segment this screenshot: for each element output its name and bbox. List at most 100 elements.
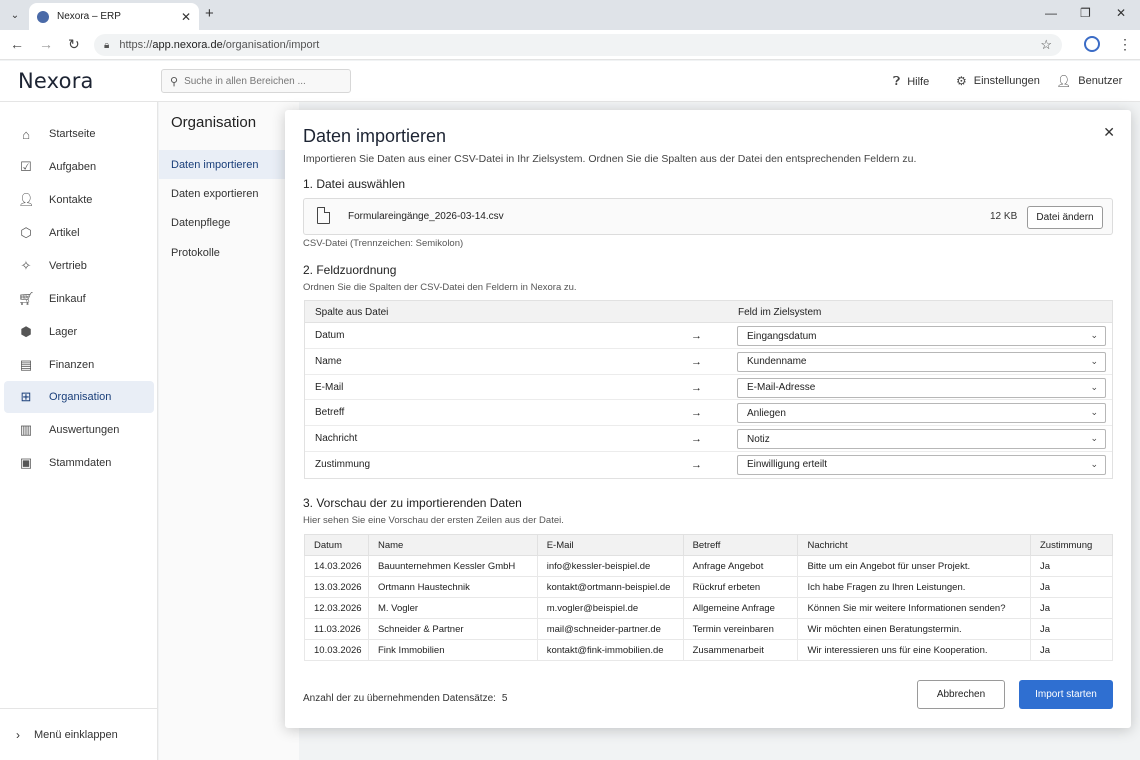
help-link[interactable]: ❓︎ Hilfe xyxy=(893,74,929,89)
subnav-title: Organisation xyxy=(171,114,257,131)
sidebar-item-label: Einkauf xyxy=(49,293,86,305)
subnav-item-daten-exportieren[interactable]: Daten exportieren xyxy=(159,179,289,208)
window-close-icon[interactable]: ✕ xyxy=(1116,6,1126,20)
sidebar-item-aufgaben[interactable]: ☑ Aufgaben xyxy=(4,151,154,183)
collapse-menu-button[interactable]: › Menü einklappen xyxy=(0,708,158,760)
chevron-right-icon: › xyxy=(16,727,20,742)
tab-close-icon[interactable]: ✕ xyxy=(181,10,191,24)
url-input[interactable]: 🔒︎ https://app.nexora.de/organisation/im… xyxy=(94,34,1062,56)
sidebar-item-vertrieb[interactable]: ✧ Vertrieb xyxy=(4,250,154,282)
source-column: Datum xyxy=(315,330,345,341)
maximize-icon[interactable]: ❐ xyxy=(1080,6,1091,20)
warehouse-icon: ⬢ xyxy=(20,324,32,339)
sidebar-item-label: Finanzen xyxy=(49,359,95,371)
back-icon[interactable]: ← xyxy=(10,36,24,52)
col-source-header: Spalte aus Datei xyxy=(315,307,389,318)
browser-tab[interactable]: Nexora – ERP ✕ xyxy=(29,3,199,30)
table-cell: 10.03.2026 xyxy=(304,639,369,661)
bookmark-star-icon[interactable]: ☆ xyxy=(1040,37,1052,53)
sidebar-item-label: Auswertungen xyxy=(49,424,120,436)
record-count-value: 5 xyxy=(501,693,508,704)
cart-icon: 🛒︎ xyxy=(18,291,35,306)
sidebar-item-einkauf[interactable]: 🛒︎ Einkauf xyxy=(4,283,154,315)
table-row: 10.03.2026 Fink Immobilien kontakt@fink-… xyxy=(304,639,1113,661)
dialog-subtitle: Importieren Sie Daten aus einer CSV-Date… xyxy=(303,153,917,165)
arrow-right-icon: → xyxy=(691,381,702,394)
search-placeholder: Suche in allen Bereichen ... xyxy=(184,75,306,87)
target-field-select[interactable]: Kundenname ⌄ xyxy=(737,351,1106,372)
table-cell: kontakt@fink-immobilien.de xyxy=(536,639,684,661)
target-field-select[interactable]: Eingangsdatum ⌄ xyxy=(737,326,1106,346)
table-cell: Termin vereinbaren xyxy=(682,618,799,640)
finance-icon: ▤ xyxy=(19,357,33,372)
sidebar-item-finanzen[interactable]: ▤ Finanzen xyxy=(4,349,154,381)
sidebar-item-auswertungen[interactable]: ▥ Auswertungen xyxy=(4,414,154,446)
table-cell: info@kessler-beispiel.de xyxy=(536,555,684,577)
tasks-icon: ☑ xyxy=(20,159,32,174)
target-field-select[interactable]: Anliegen ⌄ xyxy=(737,403,1106,424)
change-file-button[interactable]: Datei ändern xyxy=(1027,206,1103,229)
table-cell: Ja xyxy=(1030,618,1113,640)
record-count: Anzahl der zu übernehmenden Datensätze: 5 xyxy=(303,693,507,704)
table-cell: Anfrage Angebot xyxy=(682,555,799,577)
chevron-down-icon: ⌄ xyxy=(1090,407,1098,418)
table-row: 12.03.2026 M. Vogler m.vogler@beispiel.d… xyxy=(304,597,1113,619)
table-cell: Ja xyxy=(1030,597,1113,619)
field-mapping-table: Spalte aus Datei Feld im Zielsystem Datu… xyxy=(304,300,1113,479)
chevron-down-icon: ⌄ xyxy=(1090,381,1098,392)
table-cell: Zusammenarbeit xyxy=(682,639,799,661)
preview-table: Datum Name E-Mail Betreff Nachricht Zust… xyxy=(304,534,1113,661)
close-icon[interactable]: ✕ xyxy=(1103,124,1115,141)
mapping-row: Datum → Eingangsdatum ⌄ xyxy=(305,323,1112,349)
sidebar-item-startseite[interactable]: ⌂ Startseite xyxy=(4,118,154,150)
reload-icon[interactable]: ↻ xyxy=(68,36,80,53)
arrow-right-icon: → xyxy=(691,433,702,446)
new-tab-icon[interactable]: + xyxy=(205,5,214,22)
collapse-label: Menü einklappen xyxy=(34,728,118,741)
table-cell: Schneider & Partner xyxy=(367,618,538,640)
section-title-file: 1. Datei auswählen xyxy=(303,177,406,191)
minimize-icon[interactable]: — xyxy=(1045,6,1057,20)
arrow-right-icon: → xyxy=(691,458,702,471)
chevron-down-icon: ⌄ xyxy=(1090,458,1098,469)
global-search-input[interactable]: ⚲ Suche in allen Bereichen ... xyxy=(161,69,351,93)
help-label: Hilfe xyxy=(907,75,930,88)
sidebar-item-lager[interactable]: ⬢ Lager xyxy=(4,316,154,348)
table-cell: Können Sie mir weitere Informationen sen… xyxy=(797,597,1031,619)
arrow-right-icon: → xyxy=(691,355,702,368)
table-row: 11.03.2026 Schneider & Partner mail@schn… xyxy=(304,618,1113,640)
preview-col-header: Betreff xyxy=(682,534,799,556)
target-field-select[interactable]: E-Mail-Adresse ⌄ xyxy=(737,377,1106,398)
record-count-label: Anzahl der zu übernehmenden Datensätze: xyxy=(303,693,496,704)
table-row: 13.03.2026 Ortmann Haustechnik kontakt@o… xyxy=(304,576,1113,598)
start-import-button[interactable]: Import starten xyxy=(1019,680,1113,709)
tab-search-chevron-icon[interactable]: ⌄ xyxy=(6,6,24,24)
preview-header-row: Datum Name E-Mail Betreff Nachricht Zust… xyxy=(304,534,1113,556)
browser-profile-icon[interactable] xyxy=(1084,36,1100,52)
subnav-item-datenpflege[interactable]: Datenpflege xyxy=(159,208,289,237)
subnav-item-daten-importieren[interactable]: Daten importieren xyxy=(159,150,289,179)
table-cell: m.vogler@beispiel.de xyxy=(536,597,684,619)
help-icon: ❓︎ xyxy=(893,74,901,88)
org-icon: ⊞ xyxy=(20,389,32,404)
target-field-select[interactable]: Einwilligung erteilt ⌄ xyxy=(737,454,1106,475)
sidebar-item-artikel[interactable]: ⬡ Artikel xyxy=(4,217,154,249)
user-menu[interactable]: 👤︎ Benutzer xyxy=(1056,74,1122,88)
sidebar-item-stammdaten[interactable]: ▣ Stammdaten xyxy=(4,447,154,479)
browser-menu-icon[interactable]: ⋮ xyxy=(1118,36,1132,53)
subnav-item-protokolle[interactable]: Protokolle xyxy=(159,238,289,267)
cancel-button[interactable]: Abbrechen xyxy=(917,680,1005,709)
table-cell: Bauunternehmen Kessler GmbH xyxy=(367,555,538,577)
app-header: Nexora ⚲ Suche in allen Bereichen ... ❓︎… xyxy=(0,61,1140,102)
forward-icon[interactable]: → xyxy=(39,36,53,52)
target-field-select[interactable]: Notiz ⌄ xyxy=(737,429,1106,450)
sidebar-item-kontakte[interactable]: 👤︎ Kontakte xyxy=(4,184,154,216)
chevron-down-icon: ⌄ xyxy=(1090,355,1098,366)
mapping-row: E-Mail → E-Mail-Adresse ⌄ xyxy=(305,375,1112,401)
tab-title: Nexora – ERP xyxy=(57,11,121,22)
settings-link[interactable]: ⚙ Einstellungen xyxy=(956,74,1040,88)
sidebar-item-organisation[interactable]: ⊞ Organisation xyxy=(4,381,154,413)
sidebar-item-label: Artikel xyxy=(49,227,80,239)
browser-tab-bar: ⌄ Nexora – ERP ✕ + — ❐ ✕ xyxy=(0,0,1140,30)
sales-icon: ✧ xyxy=(20,258,32,273)
